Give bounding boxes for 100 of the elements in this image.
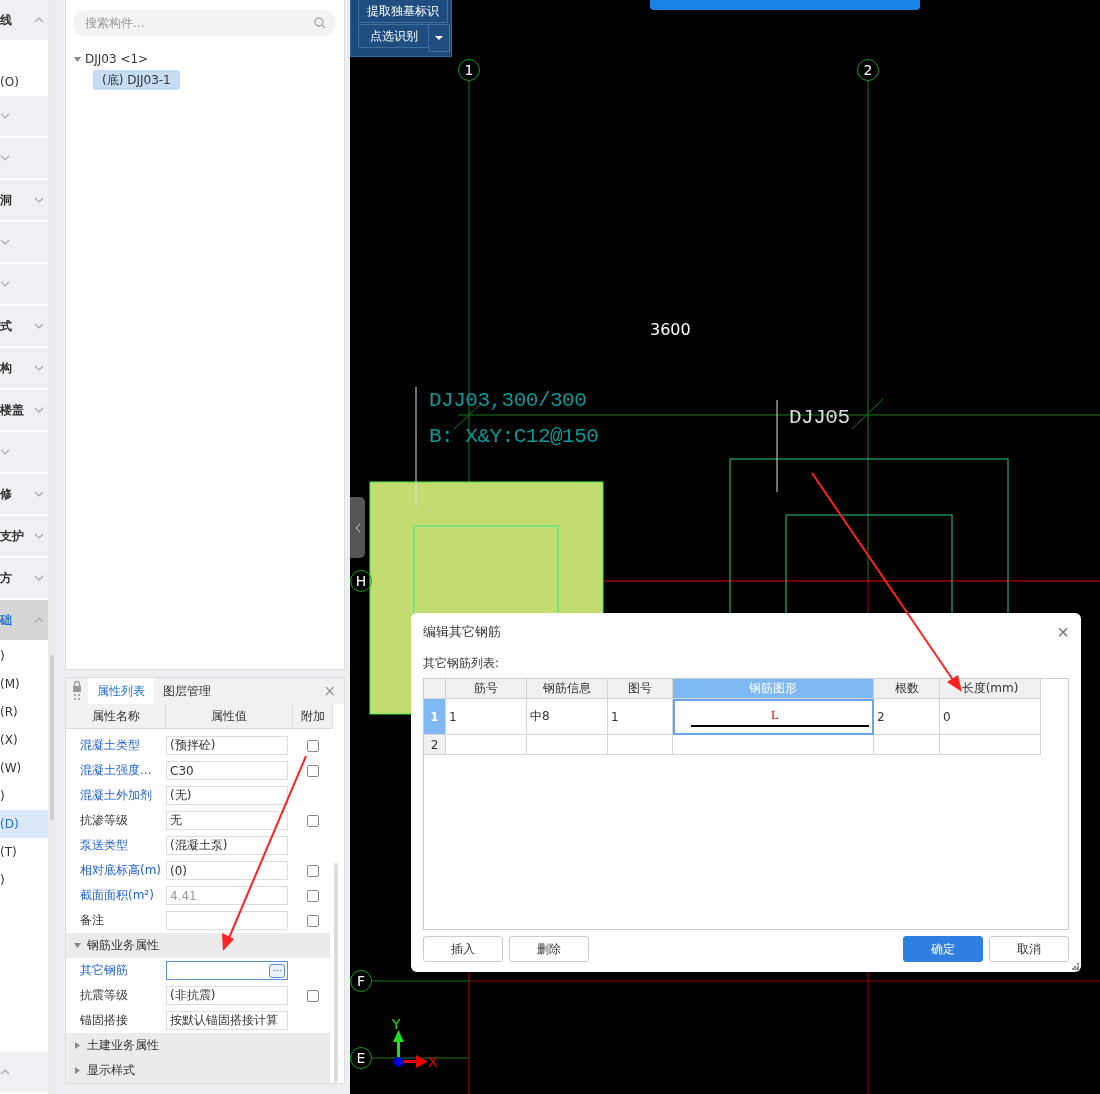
table-corner-cell[interactable] [424, 679, 446, 699]
collapse-handle[interactable] [350, 497, 365, 558]
chevron-icon [34, 323, 44, 329]
table-cell[interactable] [608, 735, 673, 755]
resize-grip-icon[interactable] [1072, 963, 1079, 970]
category-item[interactable]: (W) [0, 754, 48, 782]
category-item[interactable]: (R) [0, 698, 48, 726]
dialog-button[interactable]: 删除 [509, 936, 589, 962]
checkbox[interactable] [307, 864, 319, 877]
caret-icon[interactable] [74, 55, 81, 63]
tree-item[interactable]: (底) DJJ03-1 [93, 70, 180, 90]
category-header[interactable]: 修 [0, 474, 48, 514]
tree-node[interactable]: DJJ03 <1> [85, 52, 149, 66]
property-name: 抗渗等级 [79, 812, 129, 829]
row-number[interactable]: 2 [424, 735, 446, 755]
checkbox[interactable] [307, 914, 319, 927]
panel-tab[interactable]: 图层管理 [154, 678, 220, 704]
column-header[interactable]: 图号 [608, 679, 673, 699]
property-value-field[interactable]: (无) [166, 786, 288, 805]
chevron-icon [34, 17, 44, 23]
section-title: 显示样式 [87, 1062, 135, 1079]
property-name: 混凝土强度... [79, 762, 153, 779]
column-header[interactable]: 长度(mm) [940, 679, 1041, 699]
ellipsis-button[interactable]: ··· [269, 963, 285, 978]
category-item[interactable]: ) [0, 782, 48, 810]
dimension-text: 3600 [650, 320, 691, 339]
category-item[interactable]: (X) [0, 726, 48, 754]
category-item[interactable]: (T) [0, 838, 48, 866]
category-item[interactable]: ) [0, 642, 48, 670]
table-cell[interactable]: 1 [446, 699, 527, 735]
category-header[interactable]: 构 [0, 348, 48, 388]
section-header[interactable]: 钢筋业务属性 [66, 933, 330, 958]
dialog-button[interactable]: 插入 [423, 936, 503, 962]
chevron-icon [34, 365, 44, 371]
chevron-icon [34, 533, 44, 539]
category-item[interactable]: (M) [0, 670, 48, 698]
table-cell[interactable]: 2 [874, 699, 940, 735]
property-value-field[interactable]: (非抗震) [166, 986, 288, 1005]
caret-icon[interactable] [74, 942, 81, 949]
dialog-title: 编辑其它钢筋 [423, 623, 501, 641]
dropdown-icon[interactable] [428, 24, 450, 52]
column-header[interactable]: 筋号 [446, 679, 527, 699]
column-header[interactable]: 根数 [874, 679, 940, 699]
checkbox[interactable] [307, 989, 319, 1002]
table-cell[interactable] [527, 735, 608, 755]
category-item[interactable]: (O) [0, 42, 48, 96]
panel-tab[interactable]: 属性列表 [88, 678, 154, 704]
table-cell[interactable]: 中8 [527, 699, 608, 735]
rebar-shape-cell[interactable]: L [673, 699, 874, 735]
property-value-field[interactable]: (预拌砼) [166, 736, 288, 755]
dialog-button[interactable]: 确定 [903, 936, 983, 962]
chevron-icon [0, 113, 10, 119]
category-header[interactable]: 式 [0, 306, 48, 346]
category-item[interactable]: (D) [0, 810, 48, 838]
caret-icon[interactable] [74, 1042, 81, 1049]
section-title: 钢筋业务属性 [87, 937, 159, 954]
table-cell[interactable]: 0 [940, 699, 1041, 735]
pick-identify-button[interactable]: 点选识别 [358, 24, 429, 48]
table-cell[interactable] [940, 735, 1041, 755]
table-cell[interactable] [874, 735, 940, 755]
lock-icon[interactable] [72, 681, 82, 701]
section-header[interactable]: 土建业务属性 [66, 1033, 330, 1058]
property-name: 泵送类型 [79, 837, 129, 854]
chevron-icon [34, 197, 44, 203]
category-item[interactable]: ) [0, 866, 48, 894]
category-header[interactable]: 线 [0, 0, 48, 40]
search-icon[interactable] [314, 17, 326, 29]
checkbox[interactable] [307, 739, 319, 752]
extract-label-button[interactable]: 提取独基标识 [358, 0, 448, 23]
property-name: 截面面积(m²) [79, 887, 155, 904]
chevron-icon [0, 1069, 10, 1075]
footing-label: DJJ03,300/300 [429, 388, 588, 414]
category-header[interactable]: 洞 [0, 180, 48, 220]
table-cell[interactable]: 1 [608, 699, 673, 735]
category-header[interactable]: 楼盖 [0, 390, 48, 430]
property-value-field[interactable]: (0) [166, 861, 288, 880]
property-value-field[interactable]: (混凝土泵) [166, 836, 288, 855]
checkbox[interactable] [307, 764, 319, 777]
property-value-field[interactable]: 无 [166, 811, 288, 830]
property-value-field[interactable] [166, 911, 288, 930]
chevron-icon [34, 575, 44, 581]
section-header[interactable]: 显示样式 [66, 1058, 330, 1083]
property-value-field[interactable]: ··· [166, 961, 288, 980]
table-cell[interactable] [446, 735, 527, 755]
chevron-icon [34, 407, 44, 413]
column-header: 属性名称 [66, 704, 166, 729]
chevron-icon [354, 522, 361, 533]
property-value-field[interactable]: 按默认锚固搭接计算 [166, 1011, 288, 1030]
table-cell[interactable] [673, 735, 874, 755]
column-header[interactable]: 钢筋信息 [527, 679, 608, 699]
property-value-field[interactable]: C30 [166, 761, 288, 780]
close-button[interactable]: × [1057, 623, 1069, 641]
caret-icon[interactable] [74, 1067, 81, 1074]
checkbox[interactable] [307, 814, 319, 827]
axis-label: Y [392, 1016, 401, 1032]
category-header[interactable]: 方 [0, 558, 48, 598]
category-header[interactable]: 支护 [0, 516, 48, 556]
search-field[interactable]: 搜索构件... [73, 10, 336, 36]
dialog-button[interactable]: 取消 [989, 936, 1069, 962]
chevron-icon [34, 617, 44, 623]
